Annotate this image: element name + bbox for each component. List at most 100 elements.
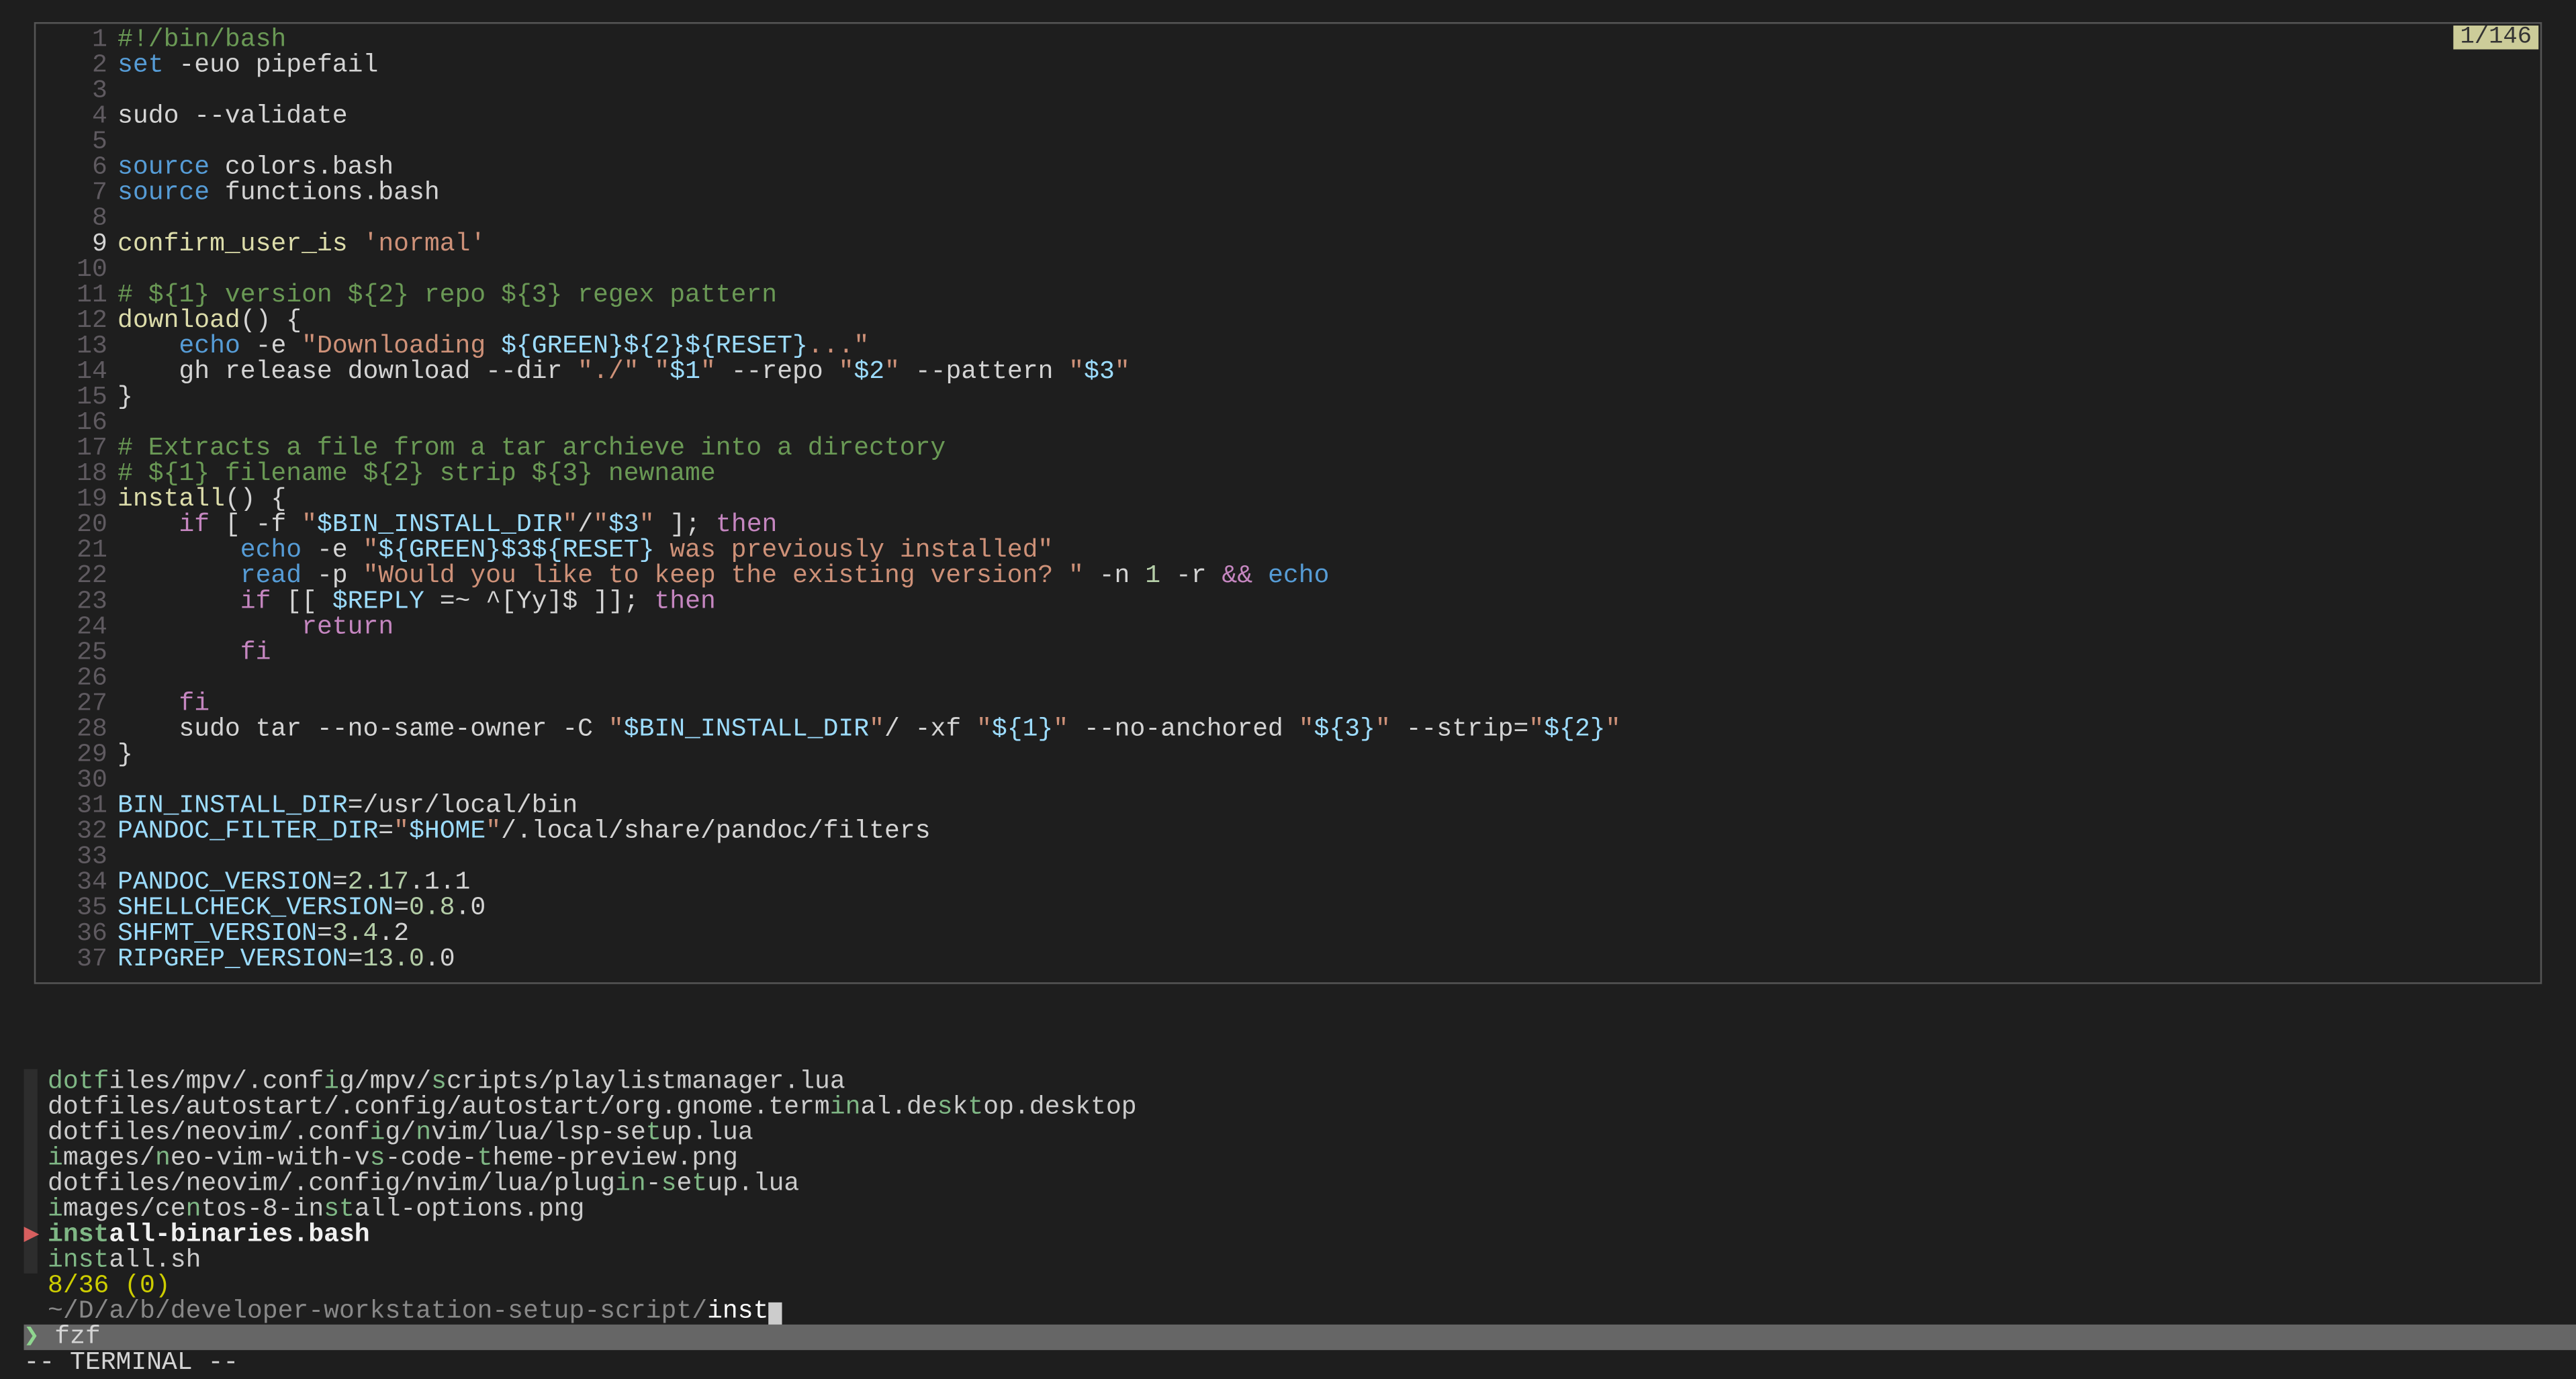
cursor-icon <box>768 1302 782 1327</box>
code-text: } <box>118 385 133 410</box>
code-text: # Extracts a file from a tar archieve in… <box>118 436 946 461</box>
code-line[interactable]: 10 <box>36 257 2540 283</box>
line-number: 27 <box>36 692 118 717</box>
code-line[interactable]: 11# ${1} version ${2} repo ${3} regex pa… <box>36 283 2540 308</box>
code-line[interactable]: 15} <box>36 385 2540 410</box>
line-number: 31 <box>36 794 118 819</box>
code-line[interactable]: 28 sudo tar --no-same-owner -C "$BIN_INS… <box>36 717 2540 743</box>
line-number: 33 <box>36 845 118 870</box>
code-text: PANDOC_VERSION=2.17.1.1 <box>118 870 470 896</box>
line-number: 13 <box>36 334 118 359</box>
code-text: download() { <box>118 308 302 334</box>
command-text: fzf <box>54 1323 101 1351</box>
code-text: } <box>118 743 133 768</box>
code-line[interactable]: 36SHFMT_VERSION=3.4.2 <box>36 921 2540 947</box>
code-line[interactable]: 23 if [[ $REPLY =~ ^[Yy]$ ]]; then <box>36 589 2540 614</box>
line-number: 26 <box>36 665 118 691</box>
line-number: 12 <box>36 308 118 334</box>
code-line[interactable]: 26 <box>36 665 2540 691</box>
code-text: RIPGREP_VERSION=13.0.0 <box>118 947 455 972</box>
code-line[interactable]: 31BIN_INSTALL_DIR=/usr/local/bin <box>36 794 2540 819</box>
code-line[interactable]: 24 return <box>36 614 2540 640</box>
fzf-pointer-icon: ▶ <box>24 1223 40 1248</box>
code-line[interactable]: 33 <box>36 845 2540 870</box>
code-line[interactable]: 6source colors.bash <box>36 155 2540 181</box>
code-line[interactable]: 3 <box>36 79 2540 104</box>
line-number: 22 <box>36 563 118 589</box>
mode-line: -- TERMINAL -- <box>24 1350 239 1376</box>
fzf-result-item[interactable]: dotfiles/autostart/.config/autostart/org… <box>48 1095 2552 1121</box>
command-line[interactable]: ❯ fzf <box>24 1325 2576 1350</box>
code-line[interactable]: 21 echo -e "${GREEN}$3${RESET} was previ… <box>36 538 2540 563</box>
code-line[interactable]: 34PANDOC_VERSION=2.17.1.1 <box>36 870 2540 896</box>
code-line[interactable]: 18# ${1} filename ${2} strip ${3} newnam… <box>36 461 2540 487</box>
code-text: echo -e "${GREEN}$3${RESET} was previous… <box>118 538 1053 563</box>
line-number: 25 <box>36 640 118 665</box>
code-text: install() { <box>118 487 286 512</box>
code-line[interactable]: 8 <box>36 206 2540 232</box>
code-line[interactable]: 2set -euo pipefail <box>36 53 2540 79</box>
code-text: echo -e "Downloading ${GREEN}${2}${RESET… <box>118 334 869 359</box>
position-badge: 1/146 <box>2453 26 2538 50</box>
code-text: confirm_user_is 'normal' <box>118 232 486 257</box>
fzf-prompt-prefix: ~/D/a/b/developer-workstation-setup-scri… <box>48 1297 707 1326</box>
line-number: 19 <box>36 487 118 512</box>
code-line[interactable]: 13 echo -e "Downloading ${GREEN}${2}${RE… <box>36 334 2540 359</box>
code-area[interactable]: 1#!/bin/bash2set -euo pipefail34sudo --v… <box>36 28 2540 972</box>
code-line[interactable]: 17# Extracts a file from a tar archieve … <box>36 436 2540 461</box>
code-text: set -euo pipefail <box>118 53 378 79</box>
line-number: 7 <box>36 181 118 206</box>
fzf-result-item[interactable]: images/centos-8-install-options.png <box>48 1197 2552 1223</box>
code-line[interactable]: 22 read -p "Would you like to keep the e… <box>36 563 2540 589</box>
code-line[interactable]: 37RIPGREP_VERSION=13.0.0 <box>36 947 2540 972</box>
code-line[interactable]: 9confirm_user_is 'normal' <box>36 232 2540 257</box>
fzf-result-item[interactable]: dotfiles/mpv/.config/mpv/scripts/playlis… <box>48 1069 2552 1094</box>
fzf-result-item[interactable]: install.sh <box>48 1248 2552 1274</box>
fzf-panel[interactable]: ▶ dotfiles/mpv/.config/mpv/scripts/playl… <box>24 1069 2552 1324</box>
line-number: 29 <box>36 743 118 768</box>
code-line[interactable]: 19install() { <box>36 487 2540 512</box>
line-number: 37 <box>36 947 118 972</box>
line-number: 35 <box>36 896 118 921</box>
code-line[interactable]: 27 fi <box>36 692 2540 717</box>
code-text: if [[ $REPLY =~ ^[Yy]$ ]]; then <box>118 589 716 614</box>
line-number: 10 <box>36 257 118 283</box>
code-line[interactable]: 7source functions.bash <box>36 181 2540 206</box>
code-text: # ${1} version ${2} repo ${3} regex patt… <box>118 283 777 308</box>
code-line[interactable]: 4sudo --validate <box>36 104 2540 130</box>
code-line[interactable]: 1#!/bin/bash <box>36 28 2540 53</box>
code-line[interactable]: 30 <box>36 768 2540 794</box>
fzf-query[interactable]: inst <box>707 1297 768 1326</box>
code-text: gh release download --dir "./" "$1" --re… <box>118 359 1130 385</box>
code-text: BIN_INSTALL_DIR=/usr/local/bin <box>118 794 578 819</box>
code-text: read -p "Would you like to keep the exis… <box>118 563 1329 589</box>
editor-pane[interactable]: 1/146 1#!/bin/bash2set -euo pipefail34su… <box>34 22 2542 984</box>
code-line[interactable]: 12download() { <box>36 308 2540 334</box>
line-number: 30 <box>36 768 118 794</box>
line-number: 11 <box>36 283 118 308</box>
line-number: 16 <box>36 410 118 436</box>
line-number: 8 <box>36 206 118 232</box>
fzf-result-item[interactable]: dotfiles/neovim/.config/nvim/lua/lsp-set… <box>48 1121 2552 1146</box>
code-line[interactable]: 5 <box>36 130 2540 155</box>
code-text: SHELLCHECK_VERSION=0.8.0 <box>118 896 486 921</box>
code-line[interactable]: 29} <box>36 743 2540 768</box>
line-number: 20 <box>36 512 118 538</box>
line-number: 9 <box>36 232 118 257</box>
code-text: fi <box>118 692 210 717</box>
fzf-result-item[interactable]: install-binaries.bash <box>48 1223 2552 1248</box>
code-line[interactable]: 14 gh release download --dir "./" "$1" -… <box>36 359 2540 385</box>
line-number: 14 <box>36 359 118 385</box>
code-line[interactable]: 32PANDOC_FILTER_DIR="$HOME"/.local/share… <box>36 819 2540 845</box>
code-text: sudo tar --no-same-owner -C "$BIN_INSTAL… <box>118 717 1620 743</box>
fzf-prompt[interactable]: ~/D/a/b/developer-workstation-setup-scri… <box>48 1299 2552 1325</box>
code-line[interactable]: 25 fi <box>36 640 2540 665</box>
fzf-result-item[interactable]: dotfiles/neovim/.config/nvim/lua/plugin-… <box>48 1172 2552 1197</box>
code-line[interactable]: 16 <box>36 410 2540 436</box>
code-line[interactable]: 20 if [ -f "$BIN_INSTALL_DIR"/"$3" ]; th… <box>36 512 2540 538</box>
line-number: 23 <box>36 589 118 614</box>
code-line[interactable]: 35SHELLCHECK_VERSION=0.8.0 <box>36 896 2540 921</box>
fzf-result-list[interactable]: dotfiles/mpv/.config/mpv/scripts/playlis… <box>48 1069 2552 1273</box>
fzf-result-item[interactable]: images/neo-vim-with-vs-code-theme-previe… <box>48 1146 2552 1172</box>
code-text: source colors.bash <box>118 155 394 181</box>
